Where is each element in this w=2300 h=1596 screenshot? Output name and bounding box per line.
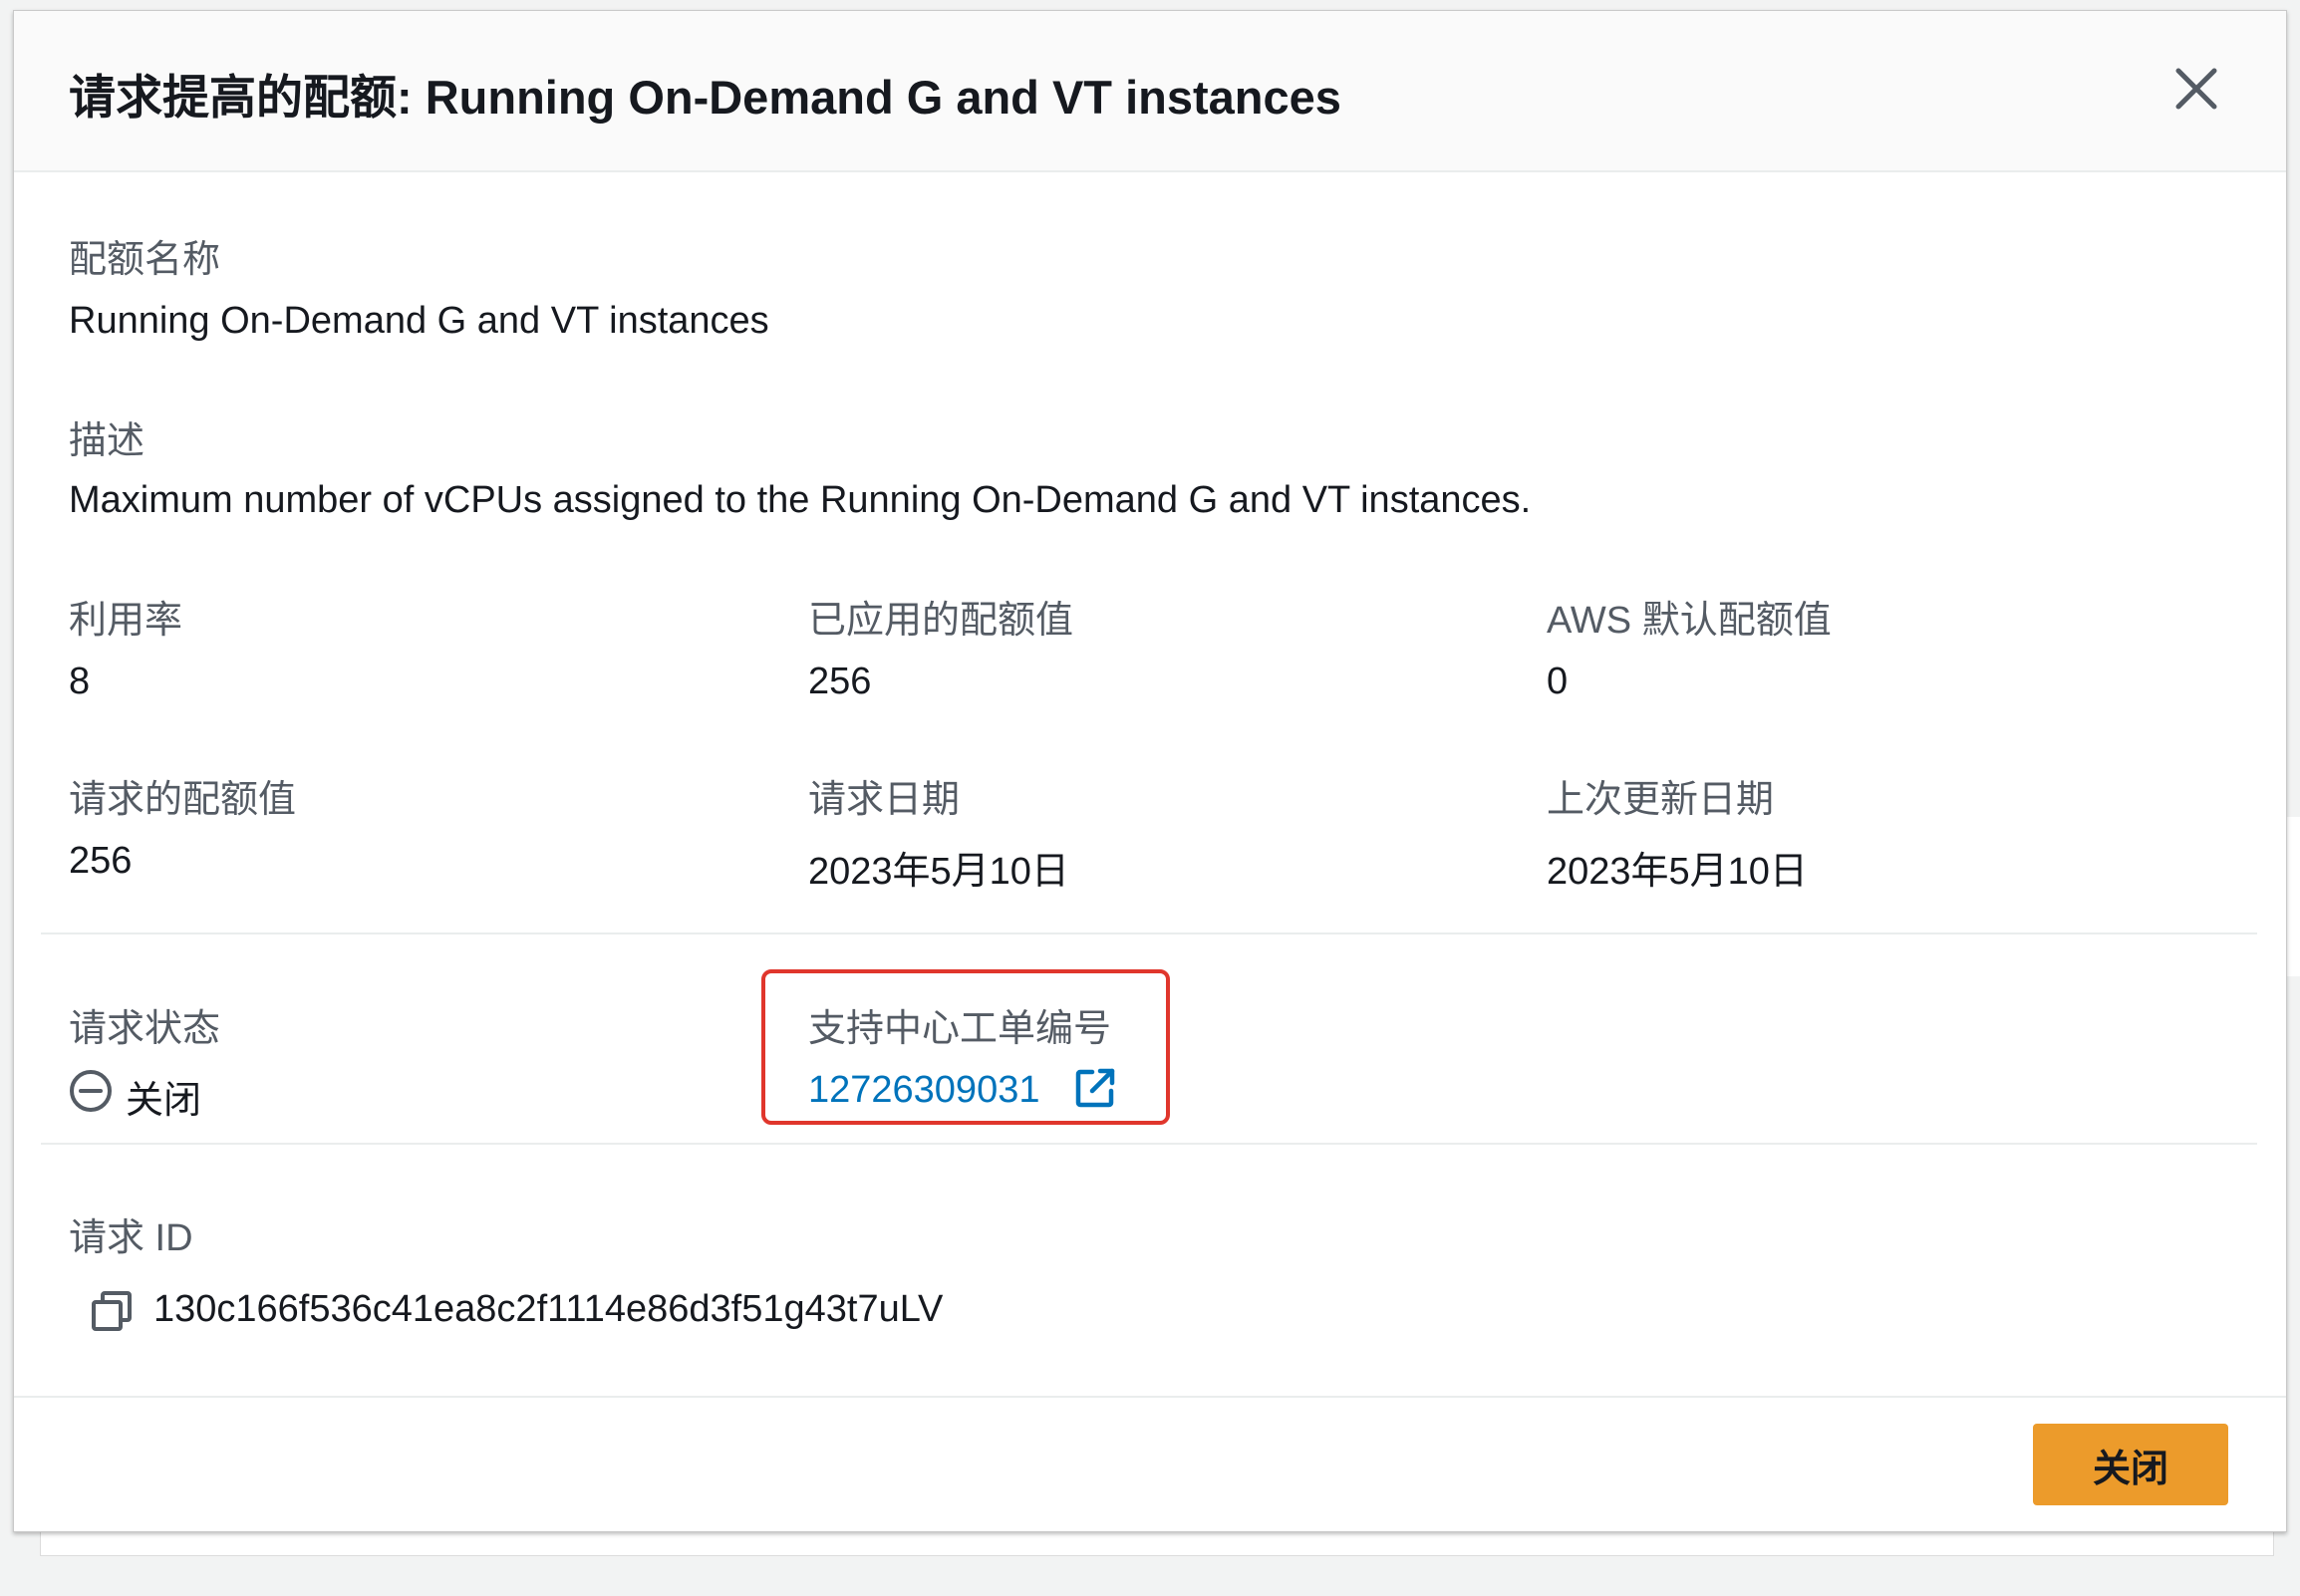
support-case-label: 支持中心工单编号 bbox=[808, 1008, 1112, 1050]
quota-name-label: 配额名称 bbox=[69, 239, 221, 281]
section-divider bbox=[41, 932, 2257, 934]
description-value: Maximum number of vCPUs assigned to the … bbox=[69, 479, 1532, 521]
close-button[interactable]: 关闭 bbox=[2033, 1424, 2228, 1505]
requested-quota-label: 请求的配额值 bbox=[69, 779, 297, 821]
external-link-icon[interactable] bbox=[1072, 1065, 1118, 1111]
applied-quota-value: 256 bbox=[808, 661, 872, 702]
utilization-label: 利用率 bbox=[69, 600, 183, 642]
last-updated-label: 上次更新日期 bbox=[1547, 779, 1775, 821]
support-case-link[interactable]: 12726309031 bbox=[808, 1069, 1039, 1112]
description-label: 描述 bbox=[69, 420, 145, 462]
requested-quota-value: 256 bbox=[69, 840, 133, 882]
close-icon[interactable] bbox=[2168, 61, 2224, 117]
request-id-value: 130c166f536c41ea8c2f1114e86d3f51g43t7uLV bbox=[153, 1288, 944, 1330]
request-id-label: 请求 ID bbox=[69, 1217, 193, 1259]
request-date-label: 请求日期 bbox=[808, 779, 961, 821]
footer-divider bbox=[14, 1396, 2286, 1398]
aws-default-quota-label: AWS 默认配额值 bbox=[1547, 600, 1832, 642]
quota-request-modal: 请求提高的配额: Running On-Demand G and VT inst… bbox=[13, 10, 2287, 1532]
status-closed-icon bbox=[70, 1070, 112, 1112]
applied-quota-label: 已应用的配额值 bbox=[808, 600, 1074, 642]
aws-default-quota-value: 0 bbox=[1547, 661, 1569, 702]
request-status-label: 请求状态 bbox=[69, 1008, 221, 1050]
copy-icon[interactable] bbox=[89, 1288, 135, 1334]
modal-title: 请求提高的配额: Running On-Demand G and VT inst… bbox=[69, 71, 1341, 124]
quota-name-value: Running On-Demand G and VT instances bbox=[69, 300, 769, 342]
utilization-value: 8 bbox=[69, 661, 91, 702]
modal-header: 请求提高的配额: Running On-Demand G and VT inst… bbox=[14, 11, 2286, 172]
last-updated-value: 2023年5月10日 bbox=[1547, 851, 1808, 893]
section-divider bbox=[41, 1143, 2257, 1145]
request-date-value: 2023年5月10日 bbox=[808, 851, 1069, 893]
request-status-value: 关闭 bbox=[126, 1080, 202, 1122]
